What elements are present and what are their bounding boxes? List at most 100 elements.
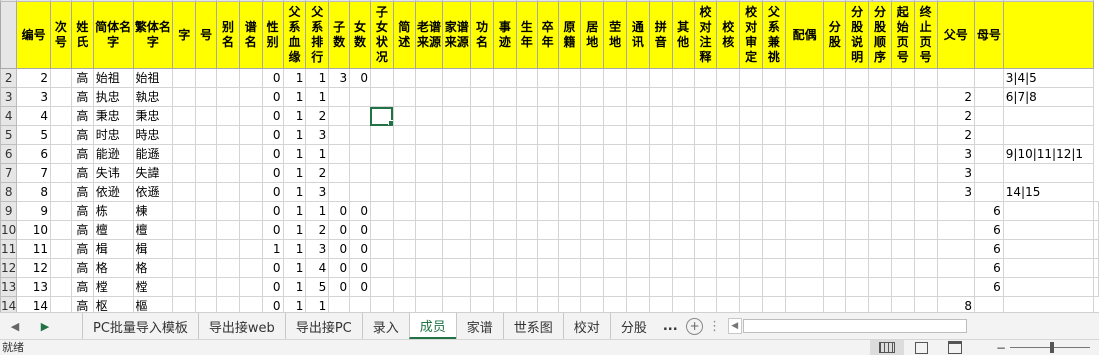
grid-cell[interactable] xyxy=(442,144,472,164)
grid-cell[interactable] xyxy=(845,258,870,278)
grid-cell[interactable] xyxy=(762,258,786,278)
grid-cell[interactable] xyxy=(172,220,197,240)
grid-cell[interactable] xyxy=(238,220,263,240)
grid-cell[interactable] xyxy=(693,182,718,202)
grid-cell[interactable] xyxy=(414,87,444,107)
grid-cell[interactable] xyxy=(739,201,764,221)
header-cell[interactable]: 父系兼祧 xyxy=(762,1,786,69)
grid-cell[interactable]: 1 xyxy=(282,68,307,88)
grid-cell[interactable] xyxy=(216,277,240,297)
grid-cell[interactable]: 1 xyxy=(282,201,307,221)
grid-cell[interactable] xyxy=(716,201,741,221)
grid-cell[interactable] xyxy=(557,182,582,202)
grid-cell[interactable]: 高 xyxy=(70,106,94,126)
grid-cell[interactable] xyxy=(1002,277,1095,297)
row-number[interactable]: 3 xyxy=(0,87,18,107)
grid-cell[interactable]: 始祖 xyxy=(92,68,134,88)
grid-cell[interactable] xyxy=(536,144,559,164)
grid-cell[interactable] xyxy=(442,277,472,297)
grid-cell[interactable] xyxy=(492,239,517,259)
grid-cell[interactable] xyxy=(172,106,197,126)
grid-cell[interactable] xyxy=(470,106,494,126)
grid-cell[interactable] xyxy=(648,125,673,145)
grid-cell[interactable] xyxy=(890,106,915,126)
grid-cell[interactable] xyxy=(580,68,605,88)
grid-cell[interactable] xyxy=(913,201,938,221)
grid-cell[interactable]: 10 xyxy=(16,220,51,240)
zoom-out-button[interactable]: − xyxy=(995,341,1007,355)
grid-cell[interactable] xyxy=(580,296,605,312)
grid-cell[interactable] xyxy=(349,296,371,312)
grid-cell[interactable] xyxy=(50,87,72,107)
grid-cell[interactable]: 1 xyxy=(282,220,307,240)
grid-cell[interactable] xyxy=(442,182,472,202)
grid-cell[interactable] xyxy=(936,201,976,221)
grid-cell[interactable] xyxy=(369,125,394,145)
grid-cell[interactable] xyxy=(845,106,870,126)
grid-cell[interactable]: 高 xyxy=(70,296,94,312)
grid-cell[interactable] xyxy=(716,296,741,312)
grid-cell[interactable] xyxy=(716,258,741,278)
sheet-tab[interactable]: 导出接PC xyxy=(284,313,362,339)
grid-cell[interactable] xyxy=(693,106,718,126)
grid-cell[interactable]: 高 xyxy=(70,277,94,297)
header-cell[interactable]: 其他 xyxy=(671,1,695,69)
grid-cell[interactable] xyxy=(716,144,741,164)
grid-cell[interactable] xyxy=(195,277,218,297)
header-cell[interactable]: 分股说明 xyxy=(845,1,870,69)
grid-cell[interactable] xyxy=(890,201,915,221)
grid-cell[interactable] xyxy=(671,182,695,202)
header-cell[interactable] xyxy=(1002,1,1095,69)
grid-cell[interactable] xyxy=(671,163,695,183)
grid-cell[interactable] xyxy=(216,125,240,145)
grid-cell[interactable]: 7 xyxy=(16,163,51,183)
header-cell[interactable]: 别名 xyxy=(216,1,240,69)
grid-cell[interactable]: 8 xyxy=(936,296,976,312)
header-cell[interactable]: 性别 xyxy=(261,1,284,69)
grid-cell[interactable] xyxy=(823,182,847,202)
grid-cell[interactable] xyxy=(195,68,218,88)
grid-cell[interactable] xyxy=(580,182,605,202)
grid-cell[interactable] xyxy=(515,87,538,107)
grid-cell[interactable]: 3 xyxy=(328,68,351,88)
normal-view-button[interactable] xyxy=(870,340,904,355)
grid-cell[interactable]: 格 xyxy=(92,258,134,278)
grid-cell[interactable] xyxy=(784,182,825,202)
grid-cell[interactable]: 1 xyxy=(282,182,307,202)
grid-cell[interactable] xyxy=(739,106,764,126)
grid-cell[interactable]: 0 xyxy=(349,258,371,278)
grid-cell[interactable] xyxy=(369,182,394,202)
grid-cell[interactable]: 1 xyxy=(282,144,307,164)
grid-cell[interactable] xyxy=(369,220,394,240)
header-cell[interactable]: 茔地 xyxy=(603,1,628,69)
grid-cell[interactable] xyxy=(823,201,847,221)
grid-cell[interactable] xyxy=(238,258,263,278)
grid-cell[interactable] xyxy=(492,68,517,88)
grid-cell[interactable] xyxy=(328,125,351,145)
grid-cell[interactable] xyxy=(626,144,650,164)
grid-cell[interactable]: 2 xyxy=(936,87,976,107)
header-cell[interactable]: 通讯 xyxy=(626,1,650,69)
grid-cell[interactable]: 高 xyxy=(70,144,94,164)
grid-cell[interactable]: 4 xyxy=(305,258,330,278)
grid-cell[interactable] xyxy=(716,277,741,297)
header-cell[interactable]: 校核 xyxy=(716,1,741,69)
grid-cell[interactable] xyxy=(845,277,870,297)
header-cell[interactable]: 分股顺序 xyxy=(868,1,892,69)
grid-cell[interactable] xyxy=(716,68,741,88)
grid-cell[interactable] xyxy=(1002,163,1095,183)
grid-cell[interactable]: 1 xyxy=(282,296,307,312)
grid-cell[interactable]: 0 xyxy=(349,239,371,259)
grid-cell[interactable] xyxy=(536,106,559,126)
row-number[interactable]: 9 xyxy=(0,201,18,221)
grid-cell[interactable] xyxy=(868,277,892,297)
grid-cell[interactable] xyxy=(216,87,240,107)
grid-cell[interactable] xyxy=(936,239,976,259)
grid-cell[interactable]: 6 xyxy=(16,144,51,164)
grid-cell[interactable] xyxy=(195,182,218,202)
grid-cell[interactable] xyxy=(536,182,559,202)
grid-cell[interactable]: 3 xyxy=(305,239,330,259)
grid-cell[interactable] xyxy=(868,239,892,259)
grid-cell[interactable] xyxy=(414,182,444,202)
grid-cell[interactable] xyxy=(195,258,218,278)
